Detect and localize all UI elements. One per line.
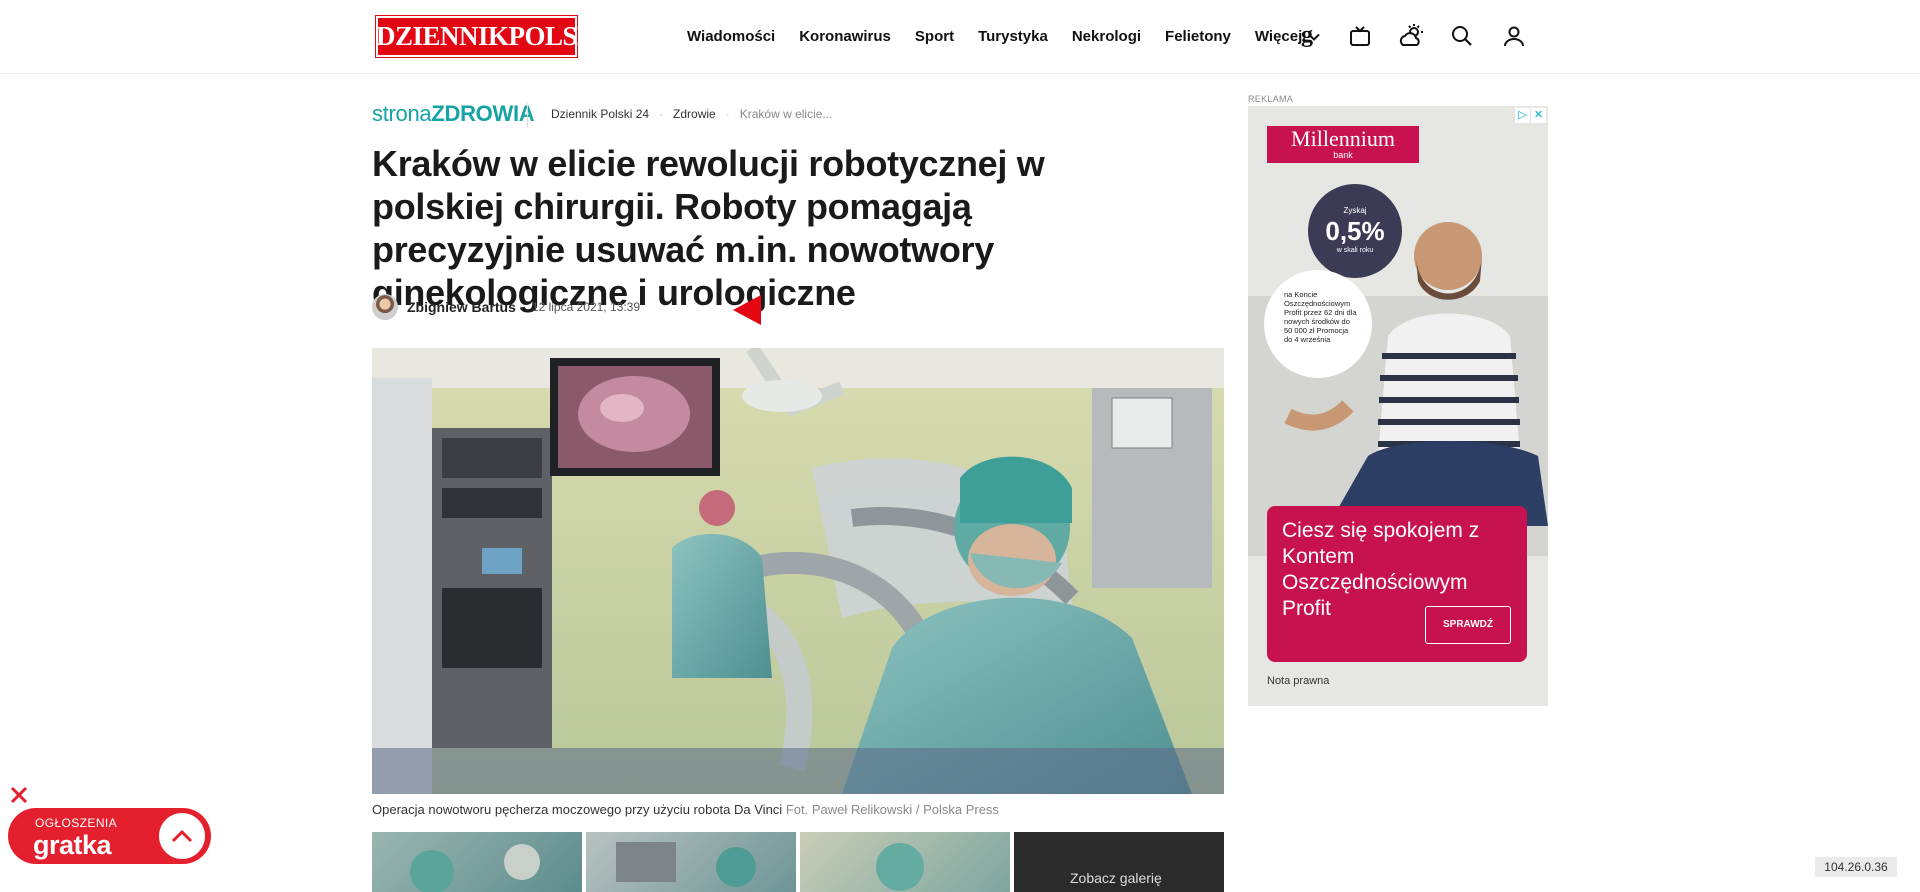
tv-icon[interactable] [1346, 21, 1374, 51]
ad-close-icon[interactable]: ✕ [1531, 108, 1546, 123]
gallery-open-label: Zobacz galerię [1070, 870, 1162, 886]
nav-item-wiadomosci[interactable]: Wiadomości [687, 28, 775, 45]
article-main-image[interactable] [372, 348, 1224, 794]
gallery-thumbnail-3[interactable] [800, 832, 1010, 892]
article-date: 12 lipca 2021, 13:39 [531, 300, 640, 314]
breadcrumb: Dziennik Polski 24 · Zdrowie · Kraków w … [551, 107, 832, 121]
nav-item-koronawirus[interactable]: Koronawirus [799, 28, 891, 45]
article-title: Kraków w elicie rewolucji robotycznej w … [372, 143, 1045, 313]
breadcrumb-item-zdrowie[interactable]: Zdrowie [673, 107, 716, 121]
svg-text:g: g [1301, 22, 1313, 48]
ip-address-badge: 104.26.0.36 [1815, 857, 1897, 877]
gallery-open-button[interactable]: Zobacz galerię [1014, 832, 1224, 892]
section-brand-part1: strona [372, 101, 432, 126]
ad-cta-button[interactable]: SPRAWDŹ [1425, 606, 1511, 644]
caption-text: Operacja nowotworu pęcherza moczowego pr… [372, 802, 783, 817]
main-nav: Wiadomości Koronawirus Sport Turystyka N… [687, 0, 1344, 73]
user-icon[interactable] [1500, 21, 1528, 51]
gratka-g-icon[interactable]: g [1296, 21, 1324, 51]
article-byline: Zbigniew Bartuś 12 lipca 2021, 13:39 [372, 294, 640, 320]
gratka-ads-widget[interactable]: OGŁOSZENIA gratka [8, 808, 211, 864]
close-icon[interactable] [8, 784, 30, 806]
ad-brand-sub: bank [1333, 150, 1353, 160]
breadcrumb-separator: · [659, 107, 664, 121]
red-arrow-pointer-icon [733, 295, 761, 325]
breadcrumb-separator: · [725, 107, 730, 121]
ad-rate-sub: w skali roku [1336, 247, 1374, 254]
nav-item-turystyka[interactable]: Turystyka [978, 28, 1048, 45]
surgery-photo [372, 348, 1224, 794]
weather-icon[interactable] [1397, 21, 1425, 51]
ad-label: REKLAMA [1248, 94, 1294, 104]
caption-credit: Fot. Paweł Relikowski / Polska Press [785, 802, 999, 817]
ad-info-bubble: na Koncie Oszczędnościowym Profit przez … [1264, 270, 1372, 378]
gallery-thumbnail-2[interactable] [586, 832, 796, 892]
ad-info-icon[interactable]: ▷ [1515, 108, 1530, 123]
thumbnail-image [616, 842, 756, 887]
section-brand-part2: ZDROWIA [431, 101, 535, 126]
author-avatar[interactable] [372, 294, 398, 320]
gratka-label-top: OGŁOSZENIA [35, 816, 118, 830]
ad-banner[interactable]: ▷ ✕ Millennium bank Zyskaj 0,5% w skali … [1248, 106, 1548, 706]
author-name[interactable]: Zbigniew Bartuś [407, 299, 516, 315]
thumbnail-image [410, 844, 540, 892]
chevron-up-icon[interactable] [159, 813, 205, 859]
site-header: DZIENNIKPOLSKI Wiadomości Koronawirus Sp… [0, 0, 1920, 74]
ad-brand-name: Millennium [1291, 126, 1395, 151]
breadcrumb-item-home[interactable]: Dziennik Polski 24 [551, 107, 649, 121]
breadcrumb-item-current: Kraków w elicie... [739, 107, 833, 121]
ad-controls: ▷ ✕ [1515, 108, 1546, 123]
site-logo[interactable]: DZIENNIKPOLSKI [376, 16, 608, 57]
ad-legal-link[interactable]: Nota prawna [1267, 675, 1329, 687]
nav-item-nekrologi[interactable]: Nekrologi [1072, 28, 1141, 45]
ad-rate-bubble: Zyskaj 0,5% w skali roku [1308, 184, 1402, 278]
search-icon[interactable] [1448, 21, 1476, 51]
nav-item-felietony[interactable]: Felietony [1165, 28, 1231, 45]
ad-info-text: na Koncie Oszczędnościowym Profit przez … [1284, 290, 1357, 344]
gallery-thumbnail-1[interactable] [372, 832, 582, 892]
nav-item-sport[interactable]: Sport [915, 28, 954, 45]
thumbnail-image [876, 843, 924, 891]
ad-rate-value: 0,5% [1325, 216, 1385, 246]
breadcrumb-divider [527, 103, 528, 127]
ad-brand-logo: Millennium bank [1267, 126, 1419, 163]
gratka-label-brand: gratka [33, 830, 112, 860]
ad-rate-top: Zyskaj [1343, 206, 1367, 215]
ad-cta-box: Ciesz się spokojem z Kontem Oszczędności… [1267, 506, 1527, 662]
section-brand-zdrowia[interactable]: stronaZDROWIA [372, 101, 535, 127]
image-caption: Operacja nowotworu pęcherza moczowego pr… [372, 802, 999, 817]
